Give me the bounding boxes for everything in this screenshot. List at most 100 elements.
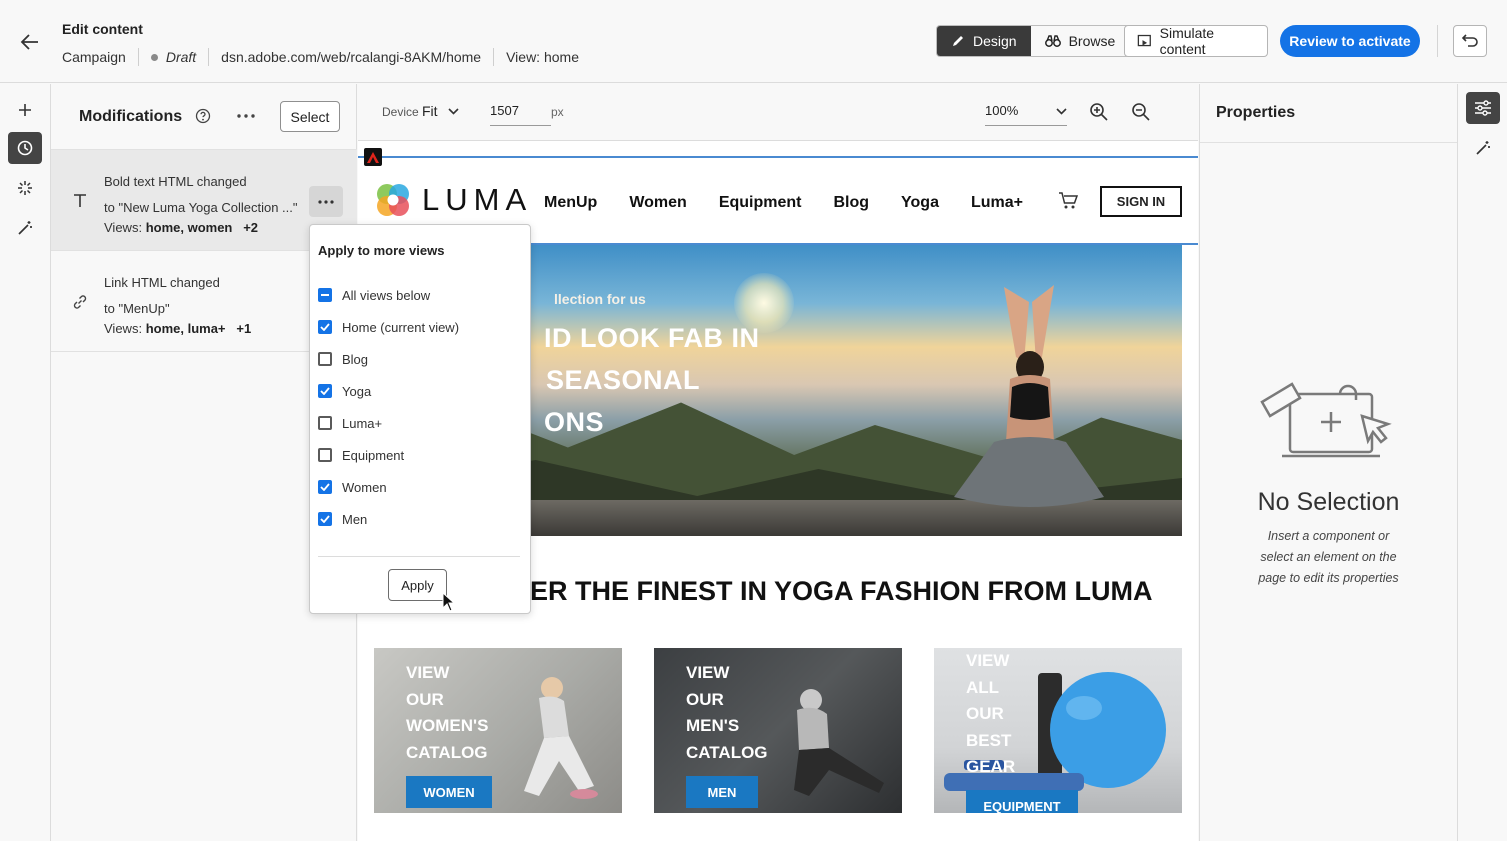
women-catalog-card[interactable]: VIEW OUR WOMEN'S CATALOG WOMEN (374, 648, 622, 813)
help-icon[interactable] (194, 107, 212, 125)
zoom-select[interactable]: 100% (985, 96, 1067, 126)
zoom-in-icon[interactable] (1088, 101, 1110, 123)
apply-button[interactable]: Apply (388, 569, 447, 601)
men-catalog-card[interactable]: VIEW OUR MEN'S CATALOG MEN (654, 648, 902, 813)
view-checkbox-row[interactable]: Yoga (318, 381, 371, 401)
equipment-button[interactable]: EQUIPMENT (966, 790, 1078, 813)
browse-mode-button[interactable]: Browse (1030, 26, 1130, 56)
item-more-options-icon[interactable] (309, 186, 343, 217)
nav-luma-plus[interactable]: Luma+ (971, 194, 1023, 212)
history-icon[interactable] (8, 132, 42, 164)
chevron-down-icon (447, 107, 459, 115)
right-rail (1457, 84, 1507, 841)
review-to-activate-button[interactable]: Review to activate (1280, 25, 1420, 57)
nav-yoga[interactable]: Yoga (901, 194, 939, 212)
device-label: Device (382, 105, 419, 119)
select-button[interactable]: Select (280, 101, 340, 132)
campaign-type: Campaign (62, 49, 126, 65)
view-checkbox-label: Men (342, 511, 368, 527)
design-mode-button[interactable]: Design (937, 26, 1031, 56)
adobe-logo-icon (364, 148, 382, 166)
status-badge: Draft (165, 49, 197, 65)
popover-title: Apply to more views (318, 243, 445, 258)
page-url: dsn.adobe.com/web/rcalangi-8AKM/home (221, 49, 482, 65)
view-checkbox-row[interactable]: Blog (318, 349, 368, 369)
zoom-out-icon[interactable] (1130, 101, 1152, 123)
view-checkbox-row[interactable]: Home (current view) (318, 317, 459, 337)
device-select[interactable]: Fit (422, 103, 459, 119)
hero-subtitle: llection for us (554, 291, 646, 307)
view-checkbox-row[interactable]: Men (318, 509, 367, 529)
properties-title: Properties (1216, 104, 1296, 121)
card-text: VIEW ALL OUR BEST GEAR (966, 651, 1016, 776)
nav-women[interactable]: Women (629, 194, 686, 212)
modification-views: Views: home, luma+ +1 (104, 321, 252, 336)
hero-heading-line: SEASONAL (546, 365, 701, 395)
unchecked-checkbox-icon[interactable] (318, 448, 332, 462)
apply-to-views-popover: Apply to more views All views below Home … (309, 224, 531, 614)
status-dot-icon (150, 53, 158, 61)
view-checkbox-row[interactable]: Luma+ (318, 413, 382, 433)
magic-wand-icon[interactable] (1466, 132, 1500, 164)
unchecked-checkbox-icon[interactable] (318, 416, 332, 430)
cart-icon[interactable] (1058, 191, 1080, 213)
no-selection-description: Insert a component or select an element … (1258, 529, 1399, 585)
modification-value: to "New Luma Yoga Collection ..." (104, 200, 298, 215)
sign-in-button[interactable]: SIGN IN (1100, 186, 1182, 217)
luma-wordmark: LUMA (422, 182, 533, 217)
nav-equipment[interactable]: Equipment (719, 194, 802, 212)
hero-heading-line: ONS (544, 407, 605, 437)
undo-icon[interactable] (1453, 25, 1487, 57)
modification-views: Views: home, women +2 (104, 220, 259, 235)
more-options-icon[interactable] (233, 104, 259, 128)
mode-switch: Design Browse (936, 25, 1131, 57)
modifications-header: Modifications Select (51, 84, 357, 150)
checked-checkbox-icon[interactable] (318, 512, 332, 526)
view-checkbox-label: Blog (342, 351, 369, 367)
luma-logo-icon (377, 184, 409, 216)
man-athlete-image (794, 689, 884, 796)
view-checkbox-label: All views below (342, 287, 431, 303)
pencil-icon (953, 36, 963, 46)
breadcrumb: Campaign Draft dsn.adobe.com/web/rcalang… (62, 48, 579, 66)
simulate-content-button[interactable]: Simulate content (1124, 25, 1268, 57)
sparkle-icon[interactable] (8, 172, 42, 204)
left-rail (0, 84, 51, 841)
top-bar: Edit content Campaign Draft dsn.adobe.co… (0, 0, 1507, 83)
nav-blog[interactable]: Blog (833, 194, 869, 212)
checked-checkbox-icon[interactable] (318, 384, 332, 398)
indeterminate-checkbox-icon[interactable] (318, 288, 332, 302)
view-checkbox-label: Women (342, 479, 387, 495)
selection-outline (358, 156, 1198, 158)
width-input[interactable]: 1507 (490, 96, 551, 126)
section-title: ER THE FINEST IN YOGA FASHION FROM LUMA (530, 576, 1153, 606)
binoculars-icon (1044, 35, 1061, 47)
link-icon (69, 291, 91, 313)
woman-athlete-image (524, 677, 598, 799)
modifications-title: Modifications (79, 108, 183, 125)
women-button[interactable]: WOMEN (406, 776, 492, 808)
view-checkbox-label: Luma+ (342, 415, 383, 431)
modification-value: to "MenUp" (104, 301, 170, 316)
card-text: VIEW OUR WOMEN'S CATALOG (406, 663, 489, 762)
card-text: VIEW OUR MEN'S CATALOG (686, 663, 768, 762)
yoga-woman-image (954, 285, 1104, 507)
view-checkbox-row[interactable]: Equipment (318, 445, 404, 465)
text-type-icon (69, 190, 91, 212)
simulate-icon (1137, 34, 1151, 47)
view-checkbox-row[interactable]: Women (318, 477, 387, 497)
add-icon[interactable] (8, 94, 42, 126)
mouse-cursor-icon (442, 592, 456, 612)
properties-sliders-icon[interactable] (1466, 92, 1500, 124)
unchecked-checkbox-icon[interactable] (318, 352, 332, 366)
back-arrow-icon[interactable] (14, 26, 46, 58)
nav-menup[interactable]: MenUp (544, 194, 597, 212)
canvas-toolbar: Device Fit 1507 px 100% (358, 84, 1198, 141)
men-button[interactable]: MEN (686, 776, 758, 808)
magic-wand-icon[interactable] (8, 212, 42, 244)
luma-logo[interactable]: LUMA (374, 181, 532, 219)
view-checkbox-row[interactable]: All views below (318, 285, 430, 305)
checked-checkbox-icon[interactable] (318, 480, 332, 494)
equipment-catalog-card[interactable]: VIEW ALL OUR BEST GEAR EQUIPMENT (934, 648, 1182, 813)
checked-checkbox-icon[interactable] (318, 320, 332, 334)
